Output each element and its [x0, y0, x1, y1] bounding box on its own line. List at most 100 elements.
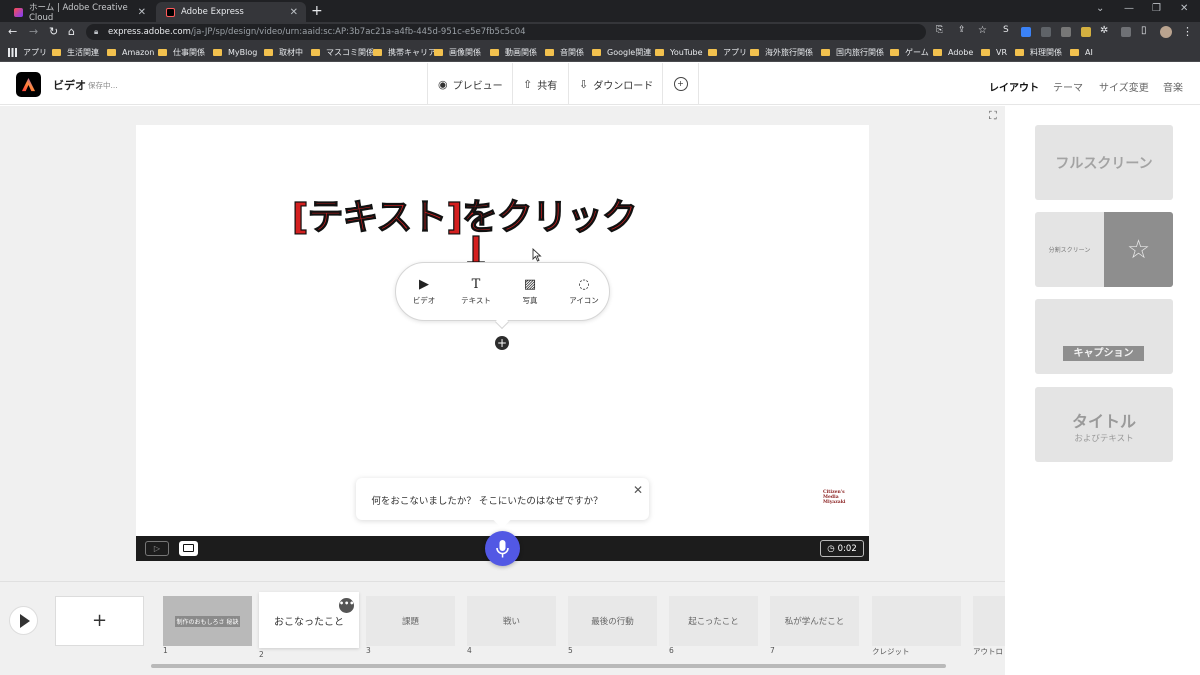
forward-icon[interactable]: → — [29, 25, 38, 38]
menu-kebab-icon[interactable]: ⋮ — [1182, 25, 1193, 38]
download-button[interactable]: ⇩ ダウンロード — [568, 63, 663, 105]
folder-icon — [373, 48, 382, 56]
video-stage[interactable] — [136, 125, 869, 536]
preview-button[interactable]: ◉ プレビュー — [427, 63, 513, 105]
scene-number: 6 — [669, 646, 674, 655]
split-label: 分割スクリーン — [1048, 247, 1091, 254]
new-tab-icon[interactable]: + — [311, 3, 323, 19]
bookmark-folder[interactable]: AI — [1070, 46, 1093, 58]
text-t-icon: T — [471, 277, 481, 292]
address-bar[interactable]: 🔒︎ express.adobe.com/ja-JP/sp/design/vid… — [86, 24, 926, 40]
reload-icon[interactable]: ↻ — [49, 25, 58, 38]
bookmark-folder[interactable]: 携帯キャリア — [373, 46, 436, 58]
fit-screen-icon[interactable]: ⛶ — [989, 109, 997, 123]
tab-creative-cloud[interactable]: ホーム | Adobe Creative Cloud ✕ — [4, 2, 154, 23]
timeline-play-button[interactable] — [9, 606, 38, 635]
insert-icon-button[interactable]: ◌ アイコン — [559, 277, 609, 306]
tab-adobe-express[interactable]: Adobe Express ✕ — [156, 2, 306, 22]
minimize-icon[interactable]: — — [1124, 3, 1134, 14]
extension-grey-icon[interactable] — [1041, 27, 1051, 37]
home-icon[interactable]: ⌂ — [68, 25, 75, 38]
extension-s-icon[interactable]: S — [1003, 25, 1009, 35]
side-panel-icon[interactable]: ▯ — [1141, 25, 1147, 36]
bookmark-folder[interactable]: YouTube — [655, 46, 703, 58]
clock-icon: ◷ — [827, 543, 835, 554]
extension-rx-icon[interactable] — [1061, 27, 1071, 37]
scene-number: クレジット — [872, 647, 910, 656]
bookmark-folder[interactable]: 生活関連 — [52, 46, 99, 58]
extension-yellow-icon[interactable] — [1081, 27, 1091, 37]
close-icon[interactable]: ✕ — [633, 483, 643, 497]
close-tab-icon[interactable]: ✕ — [290, 7, 298, 18]
bookmark-folder[interactable]: VR — [981, 46, 1007, 58]
folder-icon — [52, 48, 61, 56]
bookmark-folder[interactable]: Adobe — [933, 46, 973, 58]
share-page-icon[interactable]: ⇪ — [958, 25, 966, 35]
folder-icon — [545, 48, 554, 56]
close-tab-icon[interactable]: ✕ — [138, 7, 146, 18]
back-icon[interactable]: ← — [8, 25, 17, 38]
download-icon: ⇩ — [579, 77, 589, 91]
layout-caption[interactable]: キャプション — [1035, 299, 1173, 374]
scene-thumbnail-credits[interactable] — [872, 596, 961, 646]
insert-text-button[interactable]: T テキスト — [451, 277, 501, 306]
close-window-icon[interactable]: ✕ — [1180, 3, 1188, 14]
scene-number: 4 — [467, 646, 472, 655]
save-status: 保存中... — [88, 81, 118, 90]
captions-toggle[interactable] — [179, 541, 198, 556]
bookmark-folder[interactable]: Google関連 — [592, 46, 651, 58]
bookmark-star-icon[interactable]: ☆ — [978, 25, 987, 36]
invite-collaborator-button[interactable]: + — [662, 63, 699, 105]
timeline-scrollbar[interactable] — [151, 664, 946, 668]
play-preview-icon[interactable]: ▷ — [145, 541, 169, 556]
tab-layout[interactable]: レイアウト — [989, 79, 1039, 94]
bookmark-folder[interactable]: 音関係 — [545, 46, 584, 58]
bookmark-folder[interactable]: 取材中 — [264, 46, 303, 58]
share-button[interactable]: ⇧ 共有 — [512, 63, 567, 105]
folder-icon — [655, 48, 664, 56]
record-voice-button[interactable] — [485, 531, 520, 566]
insert-photo-button[interactable]: ▨ 写真 — [505, 277, 555, 306]
scene-thumbnail[interactable]: 最後の行動 — [568, 596, 657, 646]
bookmark-apps[interactable]: アプリ — [8, 46, 47, 58]
scene-thumbnail-outro[interactable] — [973, 596, 1005, 646]
profile-avatar-icon[interactable] — [1160, 26, 1172, 38]
title-sub-label: およびテキスト — [1074, 434, 1134, 444]
scene-duration[interactable]: ◷ 0:02 — [820, 540, 864, 557]
add-content-icon[interactable]: + — [495, 336, 509, 350]
bookmark-folder[interactable]: ゲーム — [890, 46, 929, 58]
bookmark-folder[interactable]: 動画関係 — [490, 46, 537, 58]
install-app-icon[interactable]: ⎘ — [936, 25, 943, 35]
scene-thumbnail[interactable]: 戦い — [467, 596, 556, 646]
extension-reading-icon[interactable] — [1121, 27, 1131, 37]
bookmark-folder[interactable]: 仕事関係 — [158, 46, 205, 58]
bookmark-folder[interactable]: Amazon — [107, 46, 154, 58]
scene-thumbnail[interactable]: 私が学んだこと — [770, 596, 859, 646]
extension-blue-icon[interactable] — [1021, 27, 1031, 37]
bookmark-folder[interactable]: アプリ — [708, 46, 747, 58]
bookmark-folder[interactable]: 画像関係 — [434, 46, 481, 58]
tab-theme[interactable]: テーマ — [1053, 79, 1083, 94]
scene-thumbnail[interactable]: 起こったこと — [669, 596, 758, 646]
layout-title-text[interactable]: タイトル およびテキスト — [1035, 387, 1173, 462]
extensions-puzzle-icon[interactable]: ✲ — [1100, 25, 1108, 36]
bookmark-folder[interactable]: MyBlog — [213, 46, 257, 58]
folder-icon — [750, 48, 759, 56]
more-options-icon[interactable]: ••• — [339, 598, 354, 613]
bookmark-folder[interactable]: マスコミ関係 — [311, 46, 374, 58]
layout-split-screen[interactable]: 分割スクリーン ☆ — [1035, 212, 1173, 287]
tab-music[interactable]: 音楽 — [1163, 79, 1183, 94]
scene-thumbnail[interactable]: 課題 — [366, 596, 455, 646]
adobe-express-logo-icon[interactable] — [16, 72, 41, 97]
restore-icon[interactable]: ❐ — [1152, 3, 1161, 14]
bookmark-folder[interactable]: 料理関係 — [1015, 46, 1062, 58]
tab-search-icon[interactable]: ⌄ — [1096, 3, 1104, 14]
insert-video-button[interactable]: ▶︎ ビデオ — [399, 277, 449, 306]
layout-fullscreen[interactable]: フルスクリーン — [1035, 125, 1173, 200]
document-title[interactable]: ビデオ — [53, 77, 86, 93]
bookmark-folder[interactable]: 国内旅行関係 — [821, 46, 884, 58]
scene-thumbnail[interactable]: 制作のおもしろさ 秘訣 — [163, 596, 252, 646]
bookmark-folder[interactable]: 海外旅行関係 — [750, 46, 813, 58]
tab-resize[interactable]: サイズ変更 — [1099, 79, 1149, 94]
add-scene-button[interactable]: + — [55, 596, 144, 646]
